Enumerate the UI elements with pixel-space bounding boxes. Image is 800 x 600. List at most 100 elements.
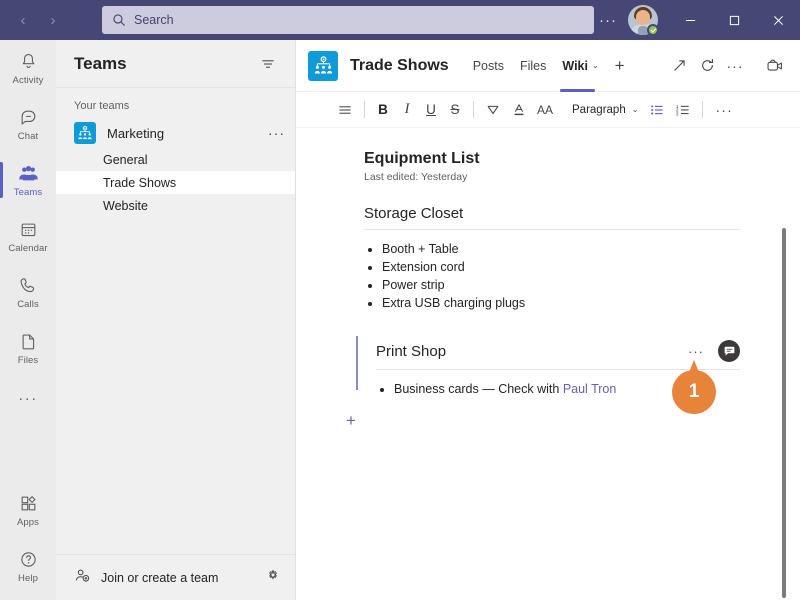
document-last-edited: Last edited: Yesterday <box>364 171 468 183</box>
bell-icon <box>19 50 38 72</box>
navigation-arrows: ‹ › <box>8 5 68 35</box>
rail-item-chat[interactable]: Chat <box>0 96 56 152</box>
gear-icon[interactable] <box>265 567 281 588</box>
meet-now-icon[interactable] <box>762 53 788 79</box>
sidebar-item-trade-shows[interactable]: Trade Shows <box>56 171 295 194</box>
toolbar-more-button[interactable]: ··· <box>709 102 739 118</box>
section-storage-closet[interactable]: Storage Closet Booth + Table Extension c… <box>364 205 740 312</box>
people-icon <box>18 162 39 184</box>
join-or-create-team-button[interactable]: Join or create a team <box>101 571 218 585</box>
section-divider <box>364 229 740 230</box>
titlebar-right-controls: ··· <box>594 0 800 40</box>
rail-item-apps[interactable]: Apps <box>0 482 56 538</box>
tab-posts[interactable]: Posts <box>465 40 512 92</box>
section-header: Storage Closet <box>364 205 740 222</box>
toolbar-divider-2 <box>473 101 474 118</box>
rail-item-calls[interactable]: Calls <box>0 264 56 320</box>
paragraph-style-label: Paragraph <box>572 103 626 116</box>
list-item[interactable]: Booth + Table <box>382 240 740 258</box>
toolbar-divider <box>364 101 365 118</box>
wiki-document-body: Equipment List Last edited: Yesterday St… <box>296 128 800 432</box>
main-content: Trade Shows Posts Files Wiki ⌄ + ··· B I… <box>296 40 800 600</box>
section-more-options-button[interactable]: ··· <box>688 344 704 359</box>
search-input[interactable]: Search <box>102 6 594 34</box>
chevron-down-icon[interactable]: ⌄ <box>592 61 599 70</box>
presence-available-badge <box>647 24 659 36</box>
comment-icon[interactable] <box>718 340 740 362</box>
rail-label-chat: Chat <box>17 131 39 142</box>
list-item[interactable]: Power strip <box>382 276 740 294</box>
rail-label-activity: Activity <box>12 75 44 86</box>
rail-label-help: Help <box>18 573 38 584</box>
section-heading: Print Shop <box>376 342 447 360</box>
user-avatar-wrapper[interactable] <box>628 5 659 36</box>
team-more-options-button[interactable]: ··· <box>268 125 285 141</box>
highlight-icon[interactable] <box>480 97 506 123</box>
app-settings-more-button[interactable]: ··· <box>594 6 622 34</box>
minimize-button[interactable] <box>668 0 712 40</box>
channel-team-org-icon <box>308 50 338 81</box>
forward-button[interactable]: › <box>38 5 68 35</box>
scrollbar-thumb[interactable] <box>782 228 786 598</box>
toolbar-divider-3 <box>702 101 704 118</box>
expand-icon[interactable] <box>666 53 692 79</box>
mention-link[interactable]: Paul Tron <box>563 382 617 396</box>
rail-item-help[interactable]: Help <box>0 538 56 594</box>
teams-panel-footer: Join or create a team <box>56 554 295 600</box>
tab-files[interactable]: Files <box>512 40 554 92</box>
font-size-button[interactable]: AA <box>532 97 558 123</box>
more-options-button[interactable]: ··· <box>722 53 748 79</box>
numbered-list-icon[interactable]: 123 <box>670 97 696 123</box>
tab-wiki[interactable]: Wiki ⌄ <box>554 40 606 92</box>
section-header: Print Shop ··· <box>376 340 740 362</box>
maximize-button[interactable] <box>712 0 756 40</box>
font-color-icon[interactable] <box>506 97 532 123</box>
italic-button[interactable]: I <box>395 97 419 123</box>
back-button[interactable]: ‹ <box>8 5 38 35</box>
chat-bubble-icon <box>19 106 38 128</box>
bold-button[interactable]: B <box>371 97 395 123</box>
apps-icon <box>19 492 38 514</box>
filter-icon[interactable] <box>255 51 281 77</box>
bulleted-list-icon[interactable] <box>644 97 670 123</box>
sidebar-item-general[interactable]: General <box>56 148 295 171</box>
list-item[interactable]: Extension cord <box>382 258 740 276</box>
rail-item-teams[interactable]: Teams <box>0 152 56 208</box>
strikethrough-button[interactable]: S <box>443 97 467 123</box>
callout-badge-1: 1 <box>672 360 716 416</box>
title-bar: ‹ › Search ··· <box>0 0 800 40</box>
close-button[interactable] <box>756 0 800 40</box>
sidebar-item-website[interactable]: Website <box>56 194 295 217</box>
channel-tabs: Posts Files Wiki ⌄ + <box>465 40 631 92</box>
teams-panel: Teams Your teams Marketing ··· General T… <box>56 40 296 600</box>
add-tab-button[interactable]: + <box>609 56 631 76</box>
rail-more-apps-button[interactable]: ··· <box>0 376 56 420</box>
team-org-icon <box>74 122 96 144</box>
callout-number: 1 <box>688 381 700 402</box>
svg-text:3: 3 <box>676 111 679 117</box>
search-icon <box>112 13 126 27</box>
team-marketing[interactable]: Marketing ··· <box>56 118 295 148</box>
chevron-down-icon: ⌄ <box>631 105 639 114</box>
help-icon <box>19 548 38 570</box>
paragraph-style-dropdown[interactable]: Paragraph ⌄ <box>566 104 644 116</box>
rail-item-files[interactable]: Files <box>0 320 56 376</box>
phone-icon <box>19 274 38 296</box>
add-section-button[interactable]: + <box>340 410 362 432</box>
rail-item-activity[interactable]: Activity <box>0 40 56 96</box>
refresh-icon[interactable] <box>694 53 720 79</box>
underline-button[interactable]: U <box>419 97 443 123</box>
channel-header-actions: ··· <box>664 53 788 79</box>
search-placeholder: Search <box>134 13 174 27</box>
wiki-document: Equipment List Last edited: Yesterday St… <box>296 128 800 600</box>
rail-item-calendar[interactable]: Calendar <box>0 208 56 264</box>
team-name-label: Marketing <box>107 125 165 141</box>
document-title: Equipment List <box>364 150 480 167</box>
rail-label-calendar: Calendar <box>8 243 48 254</box>
list-item[interactable]: Extra USB charging plugs <box>382 294 740 312</box>
document-scrollbar[interactable] <box>782 132 786 598</box>
your-teams-label: Your teams <box>74 100 130 112</box>
page-title: Teams <box>74 53 127 73</box>
rail-label-calls: Calls <box>17 299 39 310</box>
format-expand-icon[interactable] <box>332 97 358 123</box>
